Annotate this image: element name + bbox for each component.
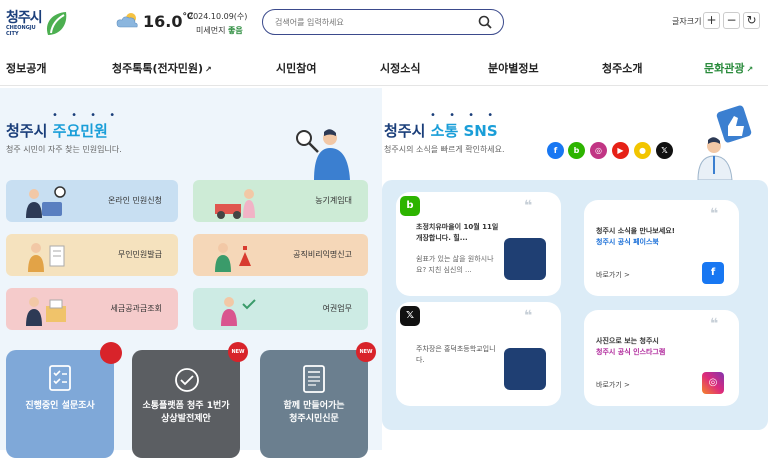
card-idea-proposal[interactable]: 소통플랫폼 청주 1번가 상상발전제안 bbox=[132, 350, 240, 458]
instagram-icon: ◎ bbox=[702, 372, 724, 394]
x-post-card[interactable]: 𝕏 ❝ 주차장은 홍덕초등학교입니다. bbox=[396, 302, 561, 406]
weather-cloud-icon bbox=[116, 13, 138, 28]
tile-tax-inquiry[interactable]: 세금공과금조회 bbox=[6, 288, 178, 330]
card-citizen-newspaper[interactable]: 함께 만들어가는 청주시민신문 bbox=[260, 350, 368, 458]
insta-card-line2: 청주시 공식 인스타그램 bbox=[596, 348, 666, 356]
tile-anonymous-report[interactable]: 공직비리익명신고 bbox=[193, 234, 368, 276]
tile-label: 온라인 민원신청 bbox=[107, 196, 162, 205]
post-thumbnail bbox=[504, 238, 546, 280]
nav-culture-tourism[interactable]: 문화관광 ↗ bbox=[704, 60, 753, 76]
instagram-card[interactable]: ❝ 사진으로 보는 청주시 청주시 공식 인스타그램 바로가기 > ◎ bbox=[584, 310, 739, 406]
youtube-icon[interactable]: ▶ bbox=[612, 142, 629, 159]
leaf-logo-icon bbox=[46, 12, 67, 35]
weather-date: 2024.10.09(수) bbox=[188, 12, 248, 21]
quote-icon: ❝ bbox=[710, 316, 719, 332]
nav-citizen-participation[interactable]: 시민참여 bbox=[276, 60, 316, 76]
civil-subtitle: 청주 시민이 자주 찾는 민원입니다. bbox=[6, 145, 122, 154]
card-survey[interactable]: 진행중인 설문조사 bbox=[6, 350, 114, 458]
facebook-icon: f bbox=[702, 262, 724, 284]
facebook-icon[interactable]: f bbox=[547, 142, 564, 159]
tile-label: 공직비리익명신고 bbox=[293, 250, 352, 259]
post-thumbnail bbox=[504, 348, 546, 390]
chat-check-icon bbox=[175, 368, 199, 392]
quote-icon: ❝ bbox=[524, 308, 533, 324]
quote-icon: ❝ bbox=[710, 206, 719, 222]
temperature: 16.0℃ bbox=[143, 12, 194, 31]
blog-icon: b bbox=[400, 196, 420, 216]
kakao-icon[interactable]: ● bbox=[634, 142, 651, 159]
tile-label: 무인민원발급 bbox=[117, 250, 162, 259]
document-issuance-illustration bbox=[28, 243, 65, 272]
thumbs-up-person-illustration bbox=[697, 105, 752, 180]
sns-subtitle: 청주시의 소식을 빠르게 확인하세요. bbox=[384, 145, 505, 154]
notification-dot bbox=[100, 342, 122, 364]
insta-go-link[interactable]: 바로가기 > bbox=[596, 380, 630, 390]
search-input[interactable] bbox=[275, 14, 465, 30]
tax-inquiry-illustration bbox=[26, 297, 66, 326]
insta-card-line1: 사진으로 보는 청주시 bbox=[596, 337, 659, 345]
fine-dust-status: 미세먼지 좋음 bbox=[196, 26, 243, 35]
post-body: 쉼표가 있는 삶을 원하시나요? 지친 심신의 ... bbox=[416, 255, 494, 274]
tile-label: 여권업무 bbox=[322, 304, 352, 313]
blog-post-card[interactable]: b ❝ 초정치유마을이 10월 11일 개장합니다. 힐... 쉼표가 있는 삶… bbox=[396, 192, 561, 296]
card-label: 소통플랫폼 청주 1번가 상상발전제안 bbox=[142, 401, 230, 424]
tile-label: 농기계임대 bbox=[315, 196, 352, 205]
post-body: 주차장은 홍덕초등학교입니다. bbox=[416, 345, 496, 364]
logo-english: CHEONGJU CITY bbox=[6, 25, 36, 37]
main-nav: 정보공개 청주톡톡(전자민원) ↗ 시민참여 시정소식 분야별정보 청주소개 문화… bbox=[0, 48, 768, 86]
city-logo[interactable]: 청주시 CHEONGJU CITY bbox=[6, 7, 68, 41]
online-complaint-illustration bbox=[26, 186, 66, 218]
x-icon[interactable]: 𝕏 bbox=[656, 142, 673, 159]
magnifier-person-illustration bbox=[296, 129, 350, 180]
fb-card-line1: 청주시 소식을 만나보세요! bbox=[596, 227, 675, 235]
font-increase-button[interactable]: + bbox=[703, 12, 720, 29]
tile-label: 세금공과금조회 bbox=[110, 304, 162, 313]
fb-go-link[interactable]: 바로가기 > bbox=[596, 270, 630, 280]
external-link-icon: ↗ bbox=[205, 65, 212, 74]
external-link-icon: ↗ bbox=[746, 65, 754, 74]
font-size-label: 글자크기 bbox=[672, 17, 702, 26]
search-icon[interactable] bbox=[477, 14, 493, 30]
x-icon: 𝕏 bbox=[400, 306, 420, 326]
nav-field-info[interactable]: 분야별정보 bbox=[488, 60, 539, 76]
card-label: 함께 만들어가는 청주시민신문 bbox=[283, 401, 345, 424]
sns-title: 청주시 소통 SNS bbox=[384, 122, 498, 140]
new-badge: NEW bbox=[228, 342, 248, 362]
newspaper-icon bbox=[303, 365, 325, 393]
new-badge: NEW bbox=[356, 342, 376, 362]
tile-online-complaint[interactable]: 온라인 민원신청 bbox=[6, 180, 178, 222]
passport-illustration bbox=[221, 297, 256, 326]
post-title: 초정치유마을이 10월 11일 개장합니다. 힐... bbox=[416, 223, 499, 242]
fb-card-line2: 청주시 공식 페이스북 bbox=[596, 238, 659, 246]
nav-civil-complaint[interactable]: 청주톡톡(전자민원) ↗ bbox=[112, 60, 212, 76]
card-label: 진행중인 설문조사 bbox=[25, 401, 95, 411]
farm-machine-illustration bbox=[215, 189, 255, 219]
nav-info-disclosure[interactable]: 정보공개 bbox=[6, 60, 46, 76]
facebook-card[interactable]: ❝ 청주시 소식을 만나보세요! 청주시 공식 페이스북 바로가기 > f bbox=[584, 200, 739, 296]
nav-about-cheongju[interactable]: 청주소개 bbox=[602, 60, 642, 76]
blog-icon[interactable]: b bbox=[568, 142, 585, 159]
quote-icon: ❝ bbox=[524, 198, 533, 214]
nav-city-news[interactable]: 시정소식 bbox=[380, 60, 420, 76]
tile-farm-machine-rental[interactable]: 농기계임대 bbox=[193, 180, 368, 222]
logo-text: 청주시 bbox=[6, 10, 43, 26]
tile-passport-service[interactable]: 여권업무 bbox=[193, 288, 368, 330]
instagram-icon[interactable]: ◎ bbox=[590, 142, 607, 159]
survey-checklist-icon bbox=[49, 365, 71, 391]
search-box bbox=[262, 9, 504, 35]
tile-unmanned-issuance[interactable]: 무인민원발급 bbox=[6, 234, 178, 276]
civil-title: 청주시 주요민원 bbox=[6, 122, 108, 140]
font-decrease-button[interactable]: − bbox=[723, 12, 740, 29]
font-reset-button[interactable]: ↻ bbox=[743, 12, 760, 29]
anonymous-report-illustration bbox=[215, 243, 251, 272]
